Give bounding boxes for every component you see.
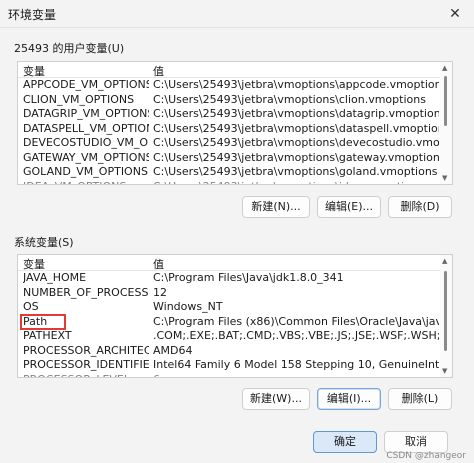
variable-value-cell: C:\Users\25493\jetbra\vmoptions\appcode.… — [153, 78, 439, 91]
variable-name-cell: APPCODE_VM_OPTIONS — [23, 78, 149, 91]
table-row[interactable]: CLION_VM_OPTIONS C:\Users\25493\jetbra\vm… — [18, 93, 452, 108]
variable-value-cell: .COM;.EXE;.BAT;.CMD;.VBS;.VBE;.JS;.JSE;.… — [153, 329, 439, 342]
table-row[interactable]: JAVA_HOME C:\Program Files\Java\jdk1.8.0_… — [18, 271, 452, 286]
list-header: 变量 值 — [18, 255, 452, 271]
variable-name-cell: CLION_VM_OPTIONS — [23, 92, 135, 106]
column-header-value[interactable]: 值 — [153, 63, 164, 79]
variable-value-cell: Windows_NT — [153, 300, 223, 313]
scroll-down-icon[interactable]: ▼ — [442, 367, 447, 375]
table-row[interactable]: DATASPELL_VM_OPTIONS C:\Users\25493\jetbr… — [18, 122, 452, 137]
variable-name-cell: DEVECOSTUDIO_VM_OPTI... — [23, 136, 149, 149]
column-header-variable[interactable]: 变量 — [23, 256, 45, 272]
user-vars-list[interactable]: 变量 值 APPCODE_VM_OPTIONS C:\Users\25493\je… — [17, 61, 453, 185]
table-row[interactable]: PROCESSOR_LEVEL 6 — [18, 373, 452, 378]
user-edit-button[interactable]: 编辑(E)... — [317, 196, 381, 218]
variable-value-cell: 12 — [153, 285, 167, 299]
variable-value-cell: 6 — [153, 373, 439, 378]
vertical-scrollbar[interactable]: ▲ ▼ — [440, 62, 452, 184]
variable-name-cell: PATHEXT — [23, 329, 72, 342]
close-icon[interactable]: ✕ — [436, 0, 474, 28]
variable-value-cell: C:\Users\25493\jetbra\vmoptions\dataspel… — [153, 121, 439, 135]
table-row[interactable]: DEVECOSTUDIO_VM_OPTI... C:\Users\25493\je… — [18, 136, 452, 151]
table-row[interactable]: PROCESSOR_IDENTIFIER Intel64 Family 6 Mod… — [18, 358, 452, 373]
variable-value-cell: C:\Program Files (x86)\Common Files\Orac… — [153, 314, 439, 328]
user-vars-label: 25493 的用户变量(U) — [14, 42, 125, 55]
variable-value-cell: Intel64 Family 6 Model 158 Stepping 10, … — [153, 358, 439, 371]
variable-name-cell: JAVA_HOME — [23, 271, 87, 284]
ok-button[interactable]: 确定 — [313, 431, 377, 453]
table-row[interactable]: GATEWAY_VM_OPTIONS C:\Users\25493\jetbra\… — [18, 151, 452, 166]
table-row[interactable]: PROCESSOR_ARCHITECTURE AMD64 — [18, 344, 452, 359]
scroll-thumb[interactable] — [444, 76, 447, 126]
variable-name-cell: PROCESSOR_LEVEL — [23, 373, 149, 378]
variable-name-cell: DATAGRIP_VM_OPTIONS — [23, 107, 149, 120]
variable-name-cell: GATEWAY_VM_OPTIONS — [23, 150, 149, 164]
scroll-down-icon[interactable]: ▼ — [442, 174, 447, 182]
list-header: 变量 值 — [18, 62, 452, 78]
system-new-button[interactable]: 新建(W)... — [242, 388, 310, 410]
table-row[interactable]: PATHEXT .COM;.EXE;.BAT;.CMD;.VBS;.VBE;.JS… — [18, 329, 452, 344]
variable-name-cell: Path — [20, 313, 66, 330]
variable-value-cell: C:\Users\25493\jetbra\vmoptions\gateway.… — [153, 150, 439, 164]
system-edit-button[interactable]: 编辑(I)... — [317, 388, 381, 410]
variable-name-cell: NUMBER_OF_PROCESSORS — [23, 285, 149, 299]
watermark: CSDN @zhangeor — [386, 451, 466, 461]
variable-name-cell: PROCESSOR_ARCHITECTURE — [23, 343, 149, 357]
variable-value-cell: C:\Users\25493\jetbra\vmoptions\datagrip… — [153, 107, 439, 120]
title-bar: 环境变量 ✕ — [0, 0, 474, 28]
table-row[interactable]: NUMBER_OF_PROCESSORS 12 — [18, 286, 452, 301]
table-row[interactable]: OS Windows_NT — [18, 300, 452, 315]
user-new-button[interactable]: 新建(N)... — [242, 196, 310, 218]
variable-value-cell: C:\Users\25493\jetbra\vmoptions\clion.vm… — [153, 92, 426, 106]
variable-name-cell: GOLAND_VM_OPTIONS — [23, 165, 148, 178]
variable-name-cell: PROCESSOR_IDENTIFIER — [23, 358, 149, 371]
table-row[interactable]: IDEA_VM_OPTIONS C:\Users\25493\jetbra\vmo… — [18, 180, 452, 185]
variable-value-cell: AMD64 — [153, 343, 193, 357]
system-delete-button[interactable]: 删除(L) — [388, 388, 452, 410]
scroll-thumb[interactable] — [444, 271, 447, 351]
scroll-up-icon[interactable]: ▲ — [442, 64, 447, 72]
table-row[interactable]: APPCODE_VM_OPTIONS C:\Users\25493\jetbra\… — [18, 78, 452, 93]
window-title: 环境变量 — [8, 8, 57, 22]
user-delete-button[interactable]: 删除(D) — [388, 196, 452, 218]
column-header-value[interactable]: 值 — [153, 256, 164, 272]
variable-value-cell: C:\Users\25493\jetbra\vmoptions\idea.vmo… — [153, 180, 439, 185]
variable-name-cell: OS — [23, 300, 39, 313]
system-vars-label: 系统变量(S) — [14, 236, 74, 249]
variable-name-cell: DATASPELL_VM_OPTIONS — [23, 121, 149, 135]
variable-value-cell: C:\Users\25493\jetbra\vmoptions\goland.v… — [153, 165, 438, 178]
variable-value-cell: C:\Users\25493\jetbra\vmoptions\devecost… — [153, 136, 439, 149]
variable-value-cell: C:\Program Files\Java\jdk1.8.0_341 — [153, 271, 344, 284]
cancel-button[interactable]: 取消 — [384, 431, 448, 453]
vertical-scrollbar[interactable]: ▲ ▼ — [440, 255, 452, 377]
scroll-up-icon[interactable]: ▲ — [442, 257, 447, 265]
column-header-variable[interactable]: 变量 — [23, 63, 45, 79]
table-row[interactable]: DATAGRIP_VM_OPTIONS C:\Users\25493\jetbra… — [18, 107, 452, 122]
system-vars-list[interactable]: 变量 值 JAVA_HOME C:\Program Files\Java\jdk1… — [17, 254, 453, 378]
table-row[interactable]: Path C:\Program Files (x86)\Common Files\… — [18, 313, 452, 330]
variable-name-cell: IDEA_VM_OPTIONS — [23, 180, 149, 185]
table-row[interactable]: GOLAND_VM_OPTIONS C:\Users\25493\jetbra\v… — [18, 165, 452, 180]
